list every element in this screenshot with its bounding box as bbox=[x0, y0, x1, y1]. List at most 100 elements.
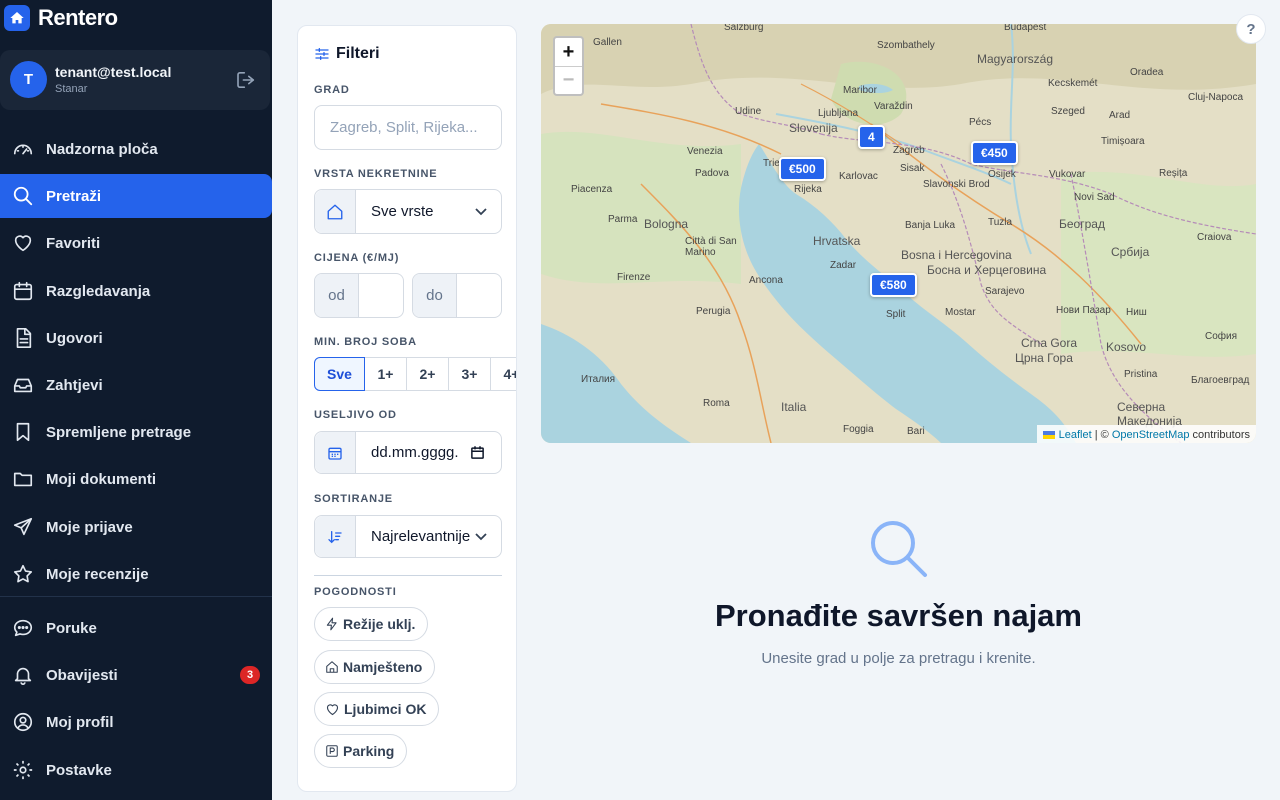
map-label: Udine bbox=[735, 106, 762, 117]
nav-item-documents[interactable]: Moji dokumenti bbox=[0, 457, 272, 501]
sort-select[interactable]: Najrelevantnije bbox=[314, 515, 502, 558]
map-label: Maribor bbox=[843, 85, 877, 96]
amenity-label: Režije uklj. bbox=[343, 616, 416, 632]
user-email: tenant@test.local bbox=[55, 64, 172, 80]
nav-item-viewings[interactable]: Razgledavanja bbox=[0, 269, 272, 313]
map-label: Budapest bbox=[1004, 24, 1047, 33]
nav-item-applications[interactable]: Moje prijave bbox=[0, 505, 272, 549]
nav-item-notifications[interactable]: Obavijesti 3 bbox=[0, 653, 272, 697]
amenity-utilities-chip[interactable]: Režije uklj. bbox=[314, 607, 429, 641]
filters-title: Filteri bbox=[314, 45, 380, 63]
map-label: Београд bbox=[1059, 217, 1105, 231]
help-button[interactable]: ? bbox=[1236, 14, 1266, 44]
rooms-option-all[interactable]: Sve bbox=[314, 357, 365, 391]
avatar: T bbox=[10, 61, 47, 98]
nav-item-dashboard[interactable]: Nadzorna ploča bbox=[0, 127, 272, 171]
nav-label: Ugovori bbox=[46, 329, 103, 347]
leaflet-link[interactable]: Leaflet bbox=[1059, 429, 1092, 441]
map[interactable]: Salzburg Gallen Szombathely Budapest Mag… bbox=[541, 24, 1256, 443]
map-marker[interactable]: 4 bbox=[858, 125, 885, 149]
date-picker-icon[interactable] bbox=[470, 445, 485, 460]
map-label: Bosna i Hercegovina bbox=[901, 248, 1012, 262]
map-marker[interactable]: €580 bbox=[870, 273, 917, 297]
map-label: Србија bbox=[1111, 245, 1150, 259]
map-marker[interactable]: €500 bbox=[779, 157, 826, 181]
nav-item-reviews[interactable]: Moje recenzije bbox=[0, 552, 272, 596]
map-label: Bologna bbox=[644, 217, 689, 231]
amenity-furnished-chip[interactable]: Namješteno bbox=[314, 650, 436, 684]
sort-value: Najrelevantnije bbox=[371, 528, 471, 545]
nav-item-messages[interactable]: Poruke bbox=[0, 606, 272, 650]
house-icon bbox=[326, 661, 338, 673]
map-label: Sarajevo bbox=[985, 286, 1025, 297]
rooms-option-4[interactable]: 4+ bbox=[490, 357, 516, 391]
map-label: Italia bbox=[781, 400, 807, 414]
brand[interactable]: Rentero bbox=[4, 4, 118, 32]
city-input[interactable]: Zagreb, Split, Rijeka... bbox=[314, 105, 502, 150]
nav-item-search[interactable]: Pretraži bbox=[0, 174, 272, 218]
logout-icon[interactable] bbox=[236, 71, 258, 89]
amenity-label: Ljubimci OK bbox=[344, 701, 427, 717]
map-marker[interactable]: €450 bbox=[971, 141, 1018, 165]
map-label: Pécs bbox=[969, 117, 992, 128]
star-icon bbox=[13, 564, 33, 583]
map-label: Kosovo bbox=[1106, 340, 1147, 354]
amenity-pets-chip[interactable]: Ljubimci OK bbox=[314, 692, 440, 726]
search-icon bbox=[13, 186, 33, 206]
property-type-select[interactable]: Sve vrste bbox=[314, 189, 502, 234]
notification-badge: 3 bbox=[240, 666, 260, 684]
map-tiles bbox=[541, 24, 1256, 443]
map-label: Arad bbox=[1109, 110, 1131, 121]
nav-item-settings[interactable]: Postavke bbox=[0, 748, 272, 792]
map-label: София bbox=[1205, 331, 1238, 342]
nav-label: Moje prijave bbox=[46, 518, 133, 536]
map-label: Craiova bbox=[1197, 232, 1232, 243]
map-label: Нови Пазар bbox=[1056, 305, 1111, 316]
bookmark-icon bbox=[16, 422, 30, 442]
nav-item-requests[interactable]: Zahtjevi bbox=[0, 363, 272, 407]
map-label: Rijeka bbox=[794, 184, 822, 195]
nav-item-contracts[interactable]: Ugovori bbox=[0, 316, 272, 360]
ukraine-flag-icon bbox=[1042, 431, 1055, 439]
map-label: Roma bbox=[703, 398, 730, 409]
price-from-input[interactable]: od bbox=[314, 273, 404, 318]
city-label: GRAD bbox=[314, 84, 350, 96]
nav-label: Pretraži bbox=[46, 187, 102, 205]
nav-label: Moji dokumenti bbox=[46, 470, 156, 488]
attribution-tail: contributors bbox=[1189, 429, 1250, 441]
bell-icon bbox=[14, 667, 32, 685]
map-attribution: Leaflet | © OpenStreetMap contributors bbox=[1036, 425, 1256, 443]
map-label: Varaždin bbox=[874, 101, 913, 112]
nav-label: Poruke bbox=[46, 619, 97, 637]
osm-link[interactable]: OpenStreetMap bbox=[1112, 429, 1190, 441]
map-label: Reșița bbox=[1159, 168, 1188, 179]
property-type-value: Sve vrste bbox=[371, 203, 434, 220]
amenity-label: Namješteno bbox=[343, 659, 423, 675]
nav-divider bbox=[0, 596, 272, 597]
price-label: CIJENA (€/MJ) bbox=[314, 252, 400, 264]
home-icon bbox=[4, 5, 30, 31]
map-label: Foggia bbox=[843, 424, 874, 435]
user-card: T tenant@test.local Stanar bbox=[0, 50, 270, 110]
nav-label: Spremljene pretrage bbox=[46, 423, 192, 441]
amenity-parking-chip[interactable]: Parking bbox=[314, 734, 408, 768]
rooms-option-2[interactable]: 2+ bbox=[406, 357, 449, 391]
movein-date-input[interactable]: dd.mm.gggg. bbox=[314, 431, 502, 474]
nav-item-favorites[interactable]: Favoriti bbox=[0, 221, 272, 265]
rooms-option-1[interactable]: 1+ bbox=[364, 357, 407, 391]
rooms-option-3[interactable]: 3+ bbox=[448, 357, 491, 391]
zoom-in-button[interactable]: + bbox=[555, 38, 582, 66]
map-label: Bari bbox=[907, 426, 925, 437]
map-label: Padova bbox=[695, 168, 729, 179]
nav-item-profile[interactable]: Moj profil bbox=[0, 700, 272, 744]
lightning-icon bbox=[326, 617, 337, 631]
map-label: Kecskemét bbox=[1048, 78, 1098, 89]
map-label: Salzburg bbox=[724, 24, 764, 33]
zoom-out-button[interactable]: − bbox=[555, 66, 582, 94]
nav-item-saved-searches[interactable]: Spremljene pretrage bbox=[0, 410, 272, 454]
filters-divider bbox=[314, 575, 502, 576]
house-icon bbox=[315, 190, 356, 233]
price-from-addon: od bbox=[315, 274, 359, 317]
price-to-input[interactable]: do bbox=[412, 273, 502, 318]
rooms-label: MIN. BROJ SOBA bbox=[314, 336, 417, 348]
